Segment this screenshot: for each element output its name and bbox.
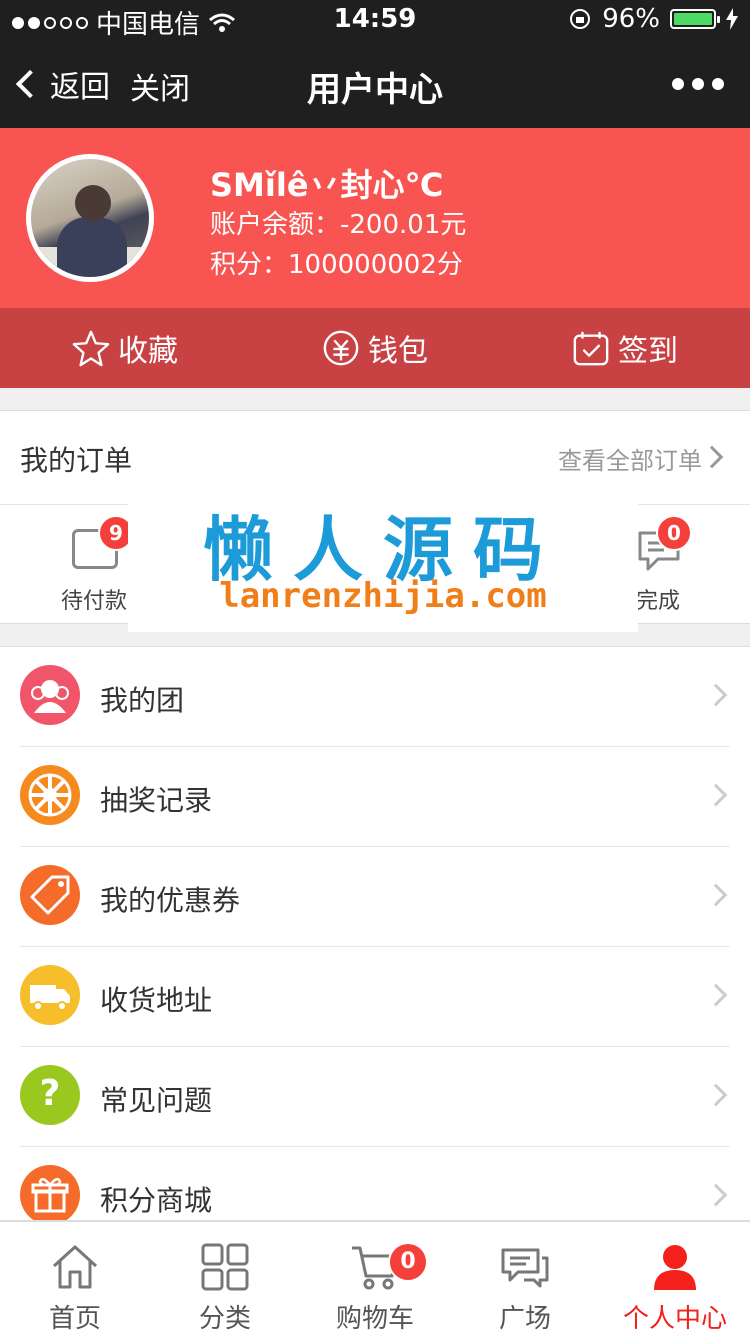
orientation-lock-icon — [570, 9, 591, 29]
status-bar: 中国电信 14:59 96% — [0, 0, 750, 40]
more-menu-icon[interactable] — [672, 78, 724, 90]
menu-item-shipping-address[interactable]: 收货地址 — [0, 947, 750, 1047]
tab-category[interactable]: 分类 — [150, 1222, 300, 1334]
cart-badge: 0 — [388, 1242, 428, 1282]
menu-item-label: 常见问题 — [100, 1084, 213, 1117]
tab-square[interactable]: 广场 — [450, 1222, 600, 1334]
wallet-button[interactable]: 钱包 — [250, 308, 500, 388]
chevron-right-icon — [704, 1083, 728, 1107]
chevron-right-icon — [704, 1183, 728, 1207]
gift-icon — [20, 1165, 80, 1225]
tab-home[interactable]: 首页 — [0, 1222, 150, 1334]
tab-label: 购物车 — [335, 1304, 414, 1334]
watermark-url: lanrenzhijia.com — [219, 576, 547, 616]
favorites-label: 收藏 — [118, 334, 178, 369]
question-icon: ? — [20, 1065, 80, 1125]
nav-bar: 返回 关闭 用户中心 — [0, 40, 750, 128]
page-title: 用户中心 — [307, 70, 443, 110]
avatar[interactable] — [26, 154, 154, 282]
chevron-right-icon — [704, 983, 728, 1007]
points-balance: 积分：100000002分 — [210, 250, 463, 280]
truck-icon — [20, 965, 80, 1025]
checkin-button[interactable]: 签到 — [500, 308, 750, 388]
battery-icon — [670, 9, 720, 29]
menu-list: 我的团 抽奖记录 我的优惠券 收货地址 ? 常见问题 积分商城 — [0, 646, 750, 1226]
view-all-orders-link[interactable]: 查看全部订单 — [558, 441, 702, 476]
menu-item-label: 抽奖记录 — [100, 784, 213, 817]
tab-label: 个人中心 — [622, 1304, 727, 1334]
quick-actions-bar: 收藏 钱包 签到 — [0, 308, 750, 388]
chevron-right-icon — [704, 783, 728, 807]
chevron-right-icon — [700, 445, 724, 469]
wallet-icon — [323, 330, 359, 366]
wallet-label: 钱包 — [368, 334, 428, 369]
chevron-right-icon — [704, 883, 728, 907]
account-balance: 账户余额：-200.01元 — [210, 210, 467, 240]
checkin-label: 签到 — [618, 334, 678, 369]
tab-label: 首页 — [48, 1304, 101, 1334]
watermark: 懒人源码 lanrenzhijia.com — [128, 488, 638, 632]
battery-percent: 96% — [602, 4, 660, 34]
user-name: SMǐlê丷封心℃ — [210, 166, 444, 204]
chat-icon — [501, 1248, 549, 1288]
lottery-wheel-icon — [20, 765, 80, 825]
order-badge: 0 — [656, 515, 692, 551]
menu-item-label: 收货地址 — [100, 984, 213, 1017]
menu-item-label: 我的团 — [100, 684, 185, 717]
tab-profile[interactable]: 个人中心 — [600, 1222, 750, 1334]
tab-bar: 首页 分类 0 购物车 广场 个人中心 — [0, 1220, 750, 1334]
favorites-button[interactable]: 收藏 — [0, 308, 250, 388]
tab-cart[interactable]: 0 购物车 — [300, 1222, 450, 1334]
profile-header: SMǐlê丷封心℃ 账户余额：-200.01元 积分：100000002分 — [0, 128, 750, 308]
home-icon — [52, 1245, 98, 1289]
coupon-tag-icon — [20, 865, 80, 925]
menu-item-label: 积分商城 — [100, 1184, 213, 1217]
chevron-right-icon — [704, 683, 728, 707]
status-right: 96% — [568, 4, 738, 34]
menu-item-label: 我的优惠券 — [100, 884, 241, 917]
user-center-page: 中国电信 14:59 96% 返回 关闭 用户中心 SMǐlê丷封心℃ 账户余额… — [0, 0, 750, 1334]
menu-item-my-group[interactable]: 我的团 — [0, 647, 750, 747]
charging-icon — [726, 8, 738, 30]
star-icon — [72, 330, 110, 367]
calendar-check-icon — [573, 331, 609, 366]
tab-label: 广场 — [498, 1304, 551, 1334]
grid-icon — [201, 1243, 249, 1291]
group-icon — [20, 665, 80, 725]
menu-item-lottery-records[interactable]: 抽奖记录 — [0, 747, 750, 847]
menu-item-faq[interactable]: ? 常见问题 — [0, 1047, 750, 1147]
orders-title: 我的订单 — [20, 444, 133, 477]
user-icon — [654, 1245, 696, 1290]
menu-item-my-coupons[interactable]: 我的优惠券 — [0, 847, 750, 947]
tab-label: 分类 — [198, 1304, 251, 1334]
